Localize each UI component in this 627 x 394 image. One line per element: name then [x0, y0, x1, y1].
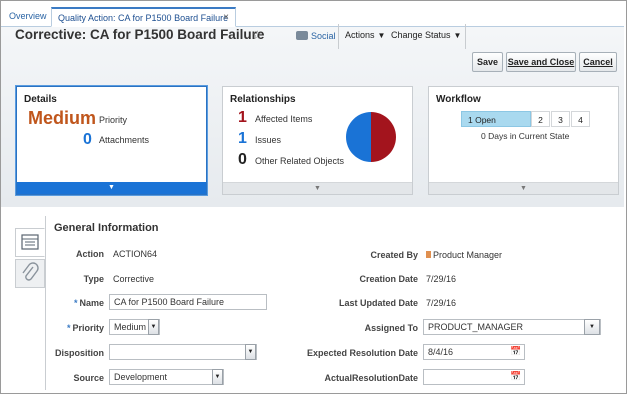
- other-related-count: 0: [238, 151, 247, 168]
- source-select[interactable]: Development ▼: [109, 369, 224, 385]
- chevron-down-icon[interactable]: ▼: [148, 319, 159, 335]
- details-card[interactable]: Details Medium Priority 0 Attachments ▼: [16, 86, 207, 195]
- expected-resolution-label: Expected Resolution Date: [306, 348, 418, 358]
- name-label-text: Name: [79, 298, 104, 308]
- relationships-expand[interactable]: ▼: [223, 182, 412, 194]
- chevron-down-icon: ▼: [520, 185, 527, 192]
- affected-items-label[interactable]: Affected Items: [255, 114, 312, 124]
- action-value: ACTION64: [113, 249, 158, 259]
- attachments-label: Attachments: [99, 135, 150, 145]
- workflow-state-open[interactable]: 1 Open: [461, 111, 531, 127]
- workflow-expand[interactable]: ▼: [429, 182, 618, 194]
- type-value: Corrective: [113, 274, 155, 284]
- workflow-state-2[interactable]: 2: [531, 111, 550, 127]
- cancel-label: Cancel: [583, 57, 613, 67]
- required-marker: *: [66, 323, 71, 333]
- chevron-down-icon: ▼: [453, 31, 462, 40]
- user-icon: [426, 251, 431, 258]
- calendar-icon[interactable]: 📅: [510, 371, 521, 382]
- expected-resolution-value: 8/4/16: [428, 347, 454, 357]
- workflow-title: Workflow: [436, 94, 481, 105]
- required-marker: *: [73, 298, 78, 308]
- workflow-state-4[interactable]: 4: [571, 111, 590, 127]
- toolbar-separator: [338, 24, 339, 49]
- relationships-title: Relationships: [230, 94, 296, 105]
- toolbar-separator: [465, 24, 466, 49]
- other-related-label[interactable]: Other Related Objects: [255, 156, 344, 166]
- tab-bar: Overview Quality Action: CA for P1500 Bo…: [1, 1, 624, 27]
- issues-count: 1: [238, 130, 247, 147]
- chevron-down-icon: ▼: [377, 31, 386, 40]
- actual-resolution-date-input[interactable]: 📅: [423, 369, 525, 385]
- disposition-label: Disposition: [55, 348, 104, 358]
- priority-select[interactable]: Medium ▼: [109, 319, 160, 335]
- change-status-menu[interactable]: Change Status ▼: [391, 30, 461, 40]
- save-and-close-button[interactable]: Save and Close: [506, 52, 576, 72]
- affected-items-count: 1: [238, 109, 247, 126]
- source-label: Source: [73, 373, 104, 383]
- tab-overview[interactable]: Overview: [3, 7, 53, 27]
- created-by-label: Created By: [370, 250, 418, 260]
- save-and-close-label: Save and Close: [507, 57, 575, 67]
- last-updated-value: 7/29/16: [426, 298, 457, 308]
- favorite-star-icon[interactable]: ☆: [252, 28, 263, 42]
- assigned-to-label: Assigned To: [364, 323, 418, 333]
- pie-slice-affected-items: [371, 112, 396, 162]
- actions-label: Actions: [345, 30, 375, 40]
- priority-select-value: Medium: [114, 322, 147, 332]
- social-link[interactable]: Social: [296, 31, 336, 41]
- creation-date-value: 7/29/16: [426, 274, 457, 284]
- type-label: Type: [83, 274, 104, 284]
- page-title: Corrective: CA for P1500 Board Failure: [15, 27, 265, 42]
- days-in-state: 0 Days in Current State: [481, 131, 570, 141]
- created-by-value[interactable]: Product Manager: [426, 250, 502, 260]
- creation-date-label: Creation Date: [359, 274, 418, 284]
- created-by-text: Product Manager: [433, 250, 503, 260]
- relationships-card[interactable]: Relationships 1 Affected Items 1 Issues …: [222, 86, 413, 195]
- calendar-icon[interactable]: 📅: [510, 346, 521, 357]
- priority-field-label: * Priority: [40, 323, 104, 333]
- chevron-down-icon: ▼: [108, 184, 115, 191]
- name-field[interactable]: CA for P1500 Board Failure: [109, 294, 267, 310]
- priority-value: Medium: [28, 108, 97, 128]
- close-icon[interactable]: ×: [223, 9, 229, 27]
- disposition-select[interactable]: ▼: [109, 344, 257, 360]
- tab-quality-action[interactable]: Quality Action: CA for P1500 Board Failu…: [51, 7, 236, 27]
- action-label: Action: [76, 249, 104, 259]
- attachments-count: 0: [83, 131, 92, 148]
- actions-menu[interactable]: Actions ▼: [345, 30, 385, 40]
- social-label: Social: [311, 31, 336, 41]
- chevron-down-icon[interactable]: ▼: [245, 344, 256, 360]
- save-button[interactable]: Save: [472, 52, 503, 72]
- change-status-label: Change Status: [391, 30, 451, 40]
- pie-slice-issues: [346, 112, 371, 162]
- details-expand[interactable]: ▼: [17, 182, 206, 194]
- chevron-down-icon[interactable]: ▼: [212, 369, 223, 385]
- priority-label: Priority: [99, 115, 128, 125]
- relationships-pie-chart: [346, 112, 396, 162]
- chevron-down-icon: ▼: [314, 185, 321, 192]
- social-icon: [296, 31, 308, 40]
- source-select-value: Development: [114, 372, 168, 382]
- cancel-button[interactable]: Cancel: [579, 52, 617, 72]
- priority-label-text: Priority: [72, 323, 104, 333]
- name-label: * Name: [40, 298, 104, 308]
- details-title: Details: [24, 94, 57, 105]
- expected-resolution-date-input[interactable]: 8/4/16 📅: [423, 344, 525, 360]
- assigned-to-select[interactable]: PRODUCT_MANAGER ▼: [423, 319, 601, 335]
- issues-label[interactable]: Issues: [255, 135, 281, 145]
- chevron-down-icon[interactable]: ▼: [584, 319, 600, 335]
- workflow-card[interactable]: Workflow 1 Open 2 3 4 0 Days in Current …: [428, 86, 619, 195]
- tab-quality-action-label: Quality Action: CA for P1500 Board Failu…: [58, 13, 229, 23]
- workflow-state-3[interactable]: 3: [551, 111, 570, 127]
- last-updated-label: Last Updated Date: [338, 298, 418, 308]
- general-information-title: General Information: [54, 222, 159, 234]
- actual-resolution-label: ActualResolutionDate: [324, 373, 418, 383]
- assigned-to-value: PRODUCT_MANAGER: [428, 322, 524, 332]
